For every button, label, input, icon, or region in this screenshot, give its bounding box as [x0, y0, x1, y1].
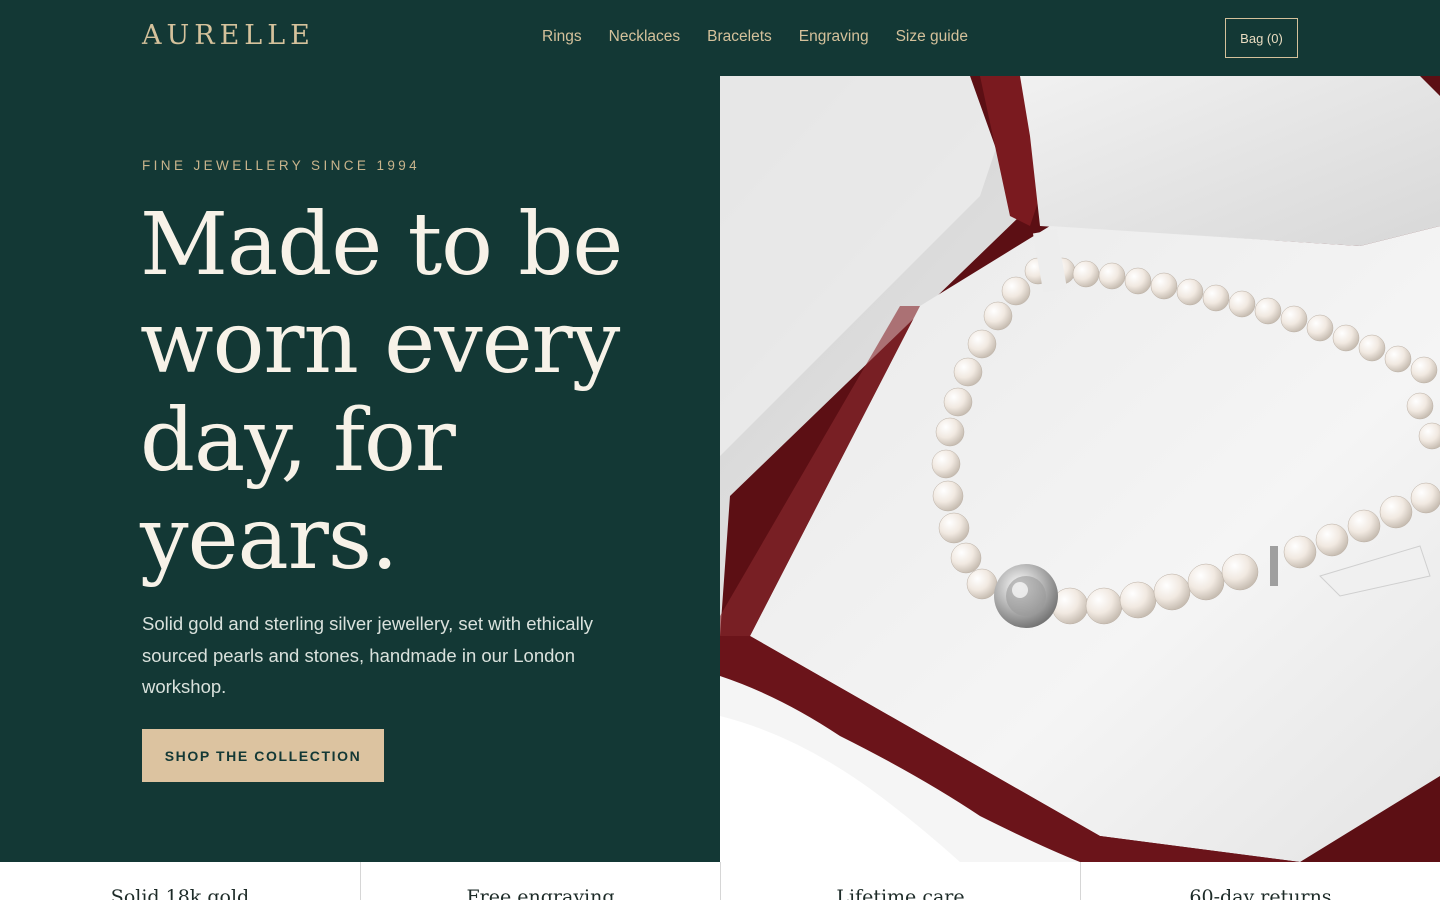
bag-button[interactable]: Bag (0)	[1225, 18, 1298, 58]
feature-label: 60-day returns	[1189, 886, 1332, 900]
feature-item: 60-day returns	[1080, 862, 1440, 900]
features-strip: Solid 18k gold Free engraving Lifetime c…	[0, 862, 1440, 900]
feature-item: Solid 18k gold	[0, 862, 360, 900]
feature-item: Lifetime care	[720, 862, 1080, 900]
hero-eyebrow: FINE JEWELLERY SINCE 1994	[142, 158, 421, 173]
nav-item-bracelets[interactable]: Bracelets	[707, 28, 772, 46]
feature-label: Free engraving	[466, 886, 615, 900]
nav-item-size-guide[interactable]: Size guide	[896, 28, 968, 46]
hero-description: Solid gold and sterling silver jewellery…	[142, 613, 594, 697]
feature-label: Lifetime care	[836, 886, 965, 900]
nav-item-engraving[interactable]: Engraving	[799, 28, 869, 46]
site-header: AURELLE Rings Necklaces Bracelets Engrav…	[0, 0, 1440, 76]
nav-item-rings[interactable]: Rings	[542, 28, 582, 46]
main-nav: Rings Necklaces Bracelets Engraving Size…	[542, 28, 968, 46]
hero-headline: Made to be worn every day, for years.	[140, 195, 623, 589]
feature-item: Free engraving	[360, 862, 720, 900]
hero-image-pearl-necklace	[720, 76, 1440, 862]
shop-collection-button[interactable]: SHOP THE COLLECTION	[142, 729, 384, 782]
brand-logo[interactable]: AURELLE	[142, 20, 315, 51]
nav-item-necklaces[interactable]: Necklaces	[609, 28, 681, 46]
feature-label: Solid 18k gold	[110, 886, 250, 900]
hero-section: FINE JEWELLERY SINCE 1994 Made to be wor…	[0, 76, 720, 862]
